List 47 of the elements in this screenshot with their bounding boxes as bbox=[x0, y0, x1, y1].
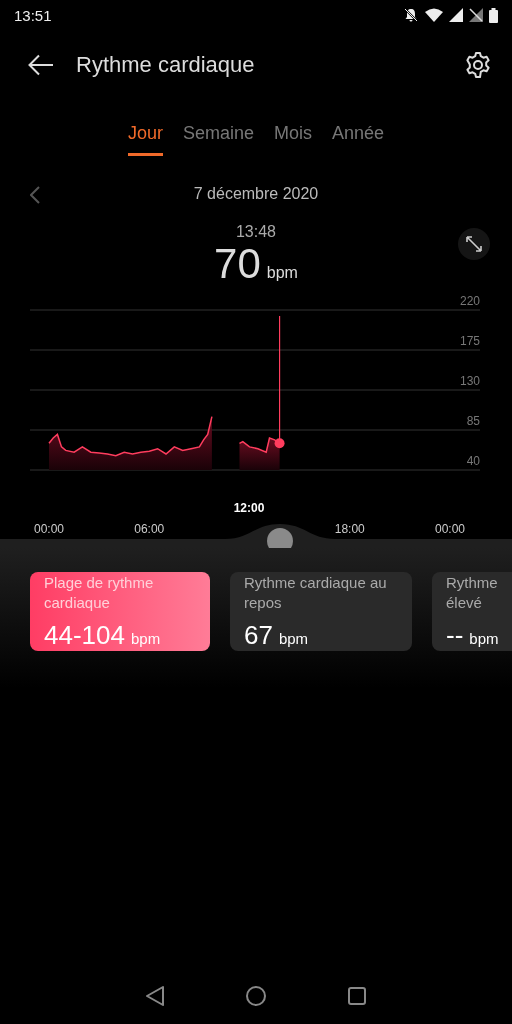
cursor-dot bbox=[274, 438, 285, 449]
date-label: 7 décembre 2020 bbox=[193, 185, 319, 203]
y-axis-label: 175 bbox=[459, 334, 480, 348]
previous-chevron-icon[interactable] bbox=[30, 186, 40, 204]
home-icon[interactable] bbox=[245, 985, 267, 1007]
x-axis-label: 06:00 bbox=[134, 522, 165, 536]
card-label: Plage de rythme cardiaque bbox=[44, 573, 155, 613]
no-signal-icon bbox=[469, 8, 483, 22]
stat-card[interactable]: Rythme élevé -- bpm bbox=[432, 572, 512, 651]
area-fill bbox=[239, 438, 280, 470]
card-unit: bpm bbox=[278, 630, 309, 647]
expand-icon[interactable] bbox=[458, 228, 490, 260]
muted-bell-icon bbox=[403, 7, 419, 23]
period-tab[interactable]: Semaine bbox=[182, 122, 254, 156]
recents-icon[interactable] bbox=[347, 986, 367, 1006]
x-axis-label: 18:00 bbox=[334, 522, 365, 536]
card-unit: bpm bbox=[130, 630, 161, 647]
period-tab[interactable]: Mois bbox=[274, 122, 312, 156]
stat-card[interactable]: Plage de rythme cardiaque 44-104 bpm bbox=[30, 572, 210, 651]
x-axis-label: 00:00 bbox=[435, 522, 465, 536]
period-tab[interactable]: Jour bbox=[127, 122, 163, 156]
card-unit: bpm bbox=[469, 630, 499, 647]
battery-icon bbox=[489, 7, 498, 23]
y-axis-label: 85 bbox=[466, 414, 480, 428]
back-icon[interactable] bbox=[145, 985, 165, 1007]
status-time: 13:51 bbox=[14, 6, 52, 24]
y-axis-label: 220 bbox=[459, 294, 480, 308]
cursor-time-label: 12:00 bbox=[233, 501, 265, 515]
card-value: 67 bbox=[244, 620, 273, 651]
timeline-handle[interactable] bbox=[267, 528, 293, 548]
stat-card[interactable]: Rythme cardiaque au repos 67 bpm bbox=[230, 572, 412, 651]
reading-time: 13:48 bbox=[234, 222, 277, 242]
heart-rate-value: 70 bbox=[214, 242, 261, 286]
signal-icon bbox=[449, 8, 463, 22]
settings-icon[interactable] bbox=[464, 51, 492, 79]
x-axis-label: 00:00 bbox=[34, 522, 64, 536]
card-value: -- bbox=[446, 620, 464, 651]
period-tab[interactable]: Année bbox=[332, 122, 385, 156]
card-label: Rythme élevé bbox=[446, 573, 499, 613]
y-axis-label: 40 bbox=[466, 454, 480, 468]
heart-rate-unit: bpm bbox=[266, 263, 298, 283]
card-value: 44-104 bbox=[44, 620, 125, 651]
card-label: Rythme cardiaque au repos bbox=[244, 573, 388, 613]
back-arrow-icon[interactable] bbox=[28, 54, 54, 76]
wifi-icon bbox=[425, 8, 443, 22]
page-title: Rythme cardiaque bbox=[76, 52, 256, 78]
y-axis-label: 130 bbox=[459, 374, 480, 388]
